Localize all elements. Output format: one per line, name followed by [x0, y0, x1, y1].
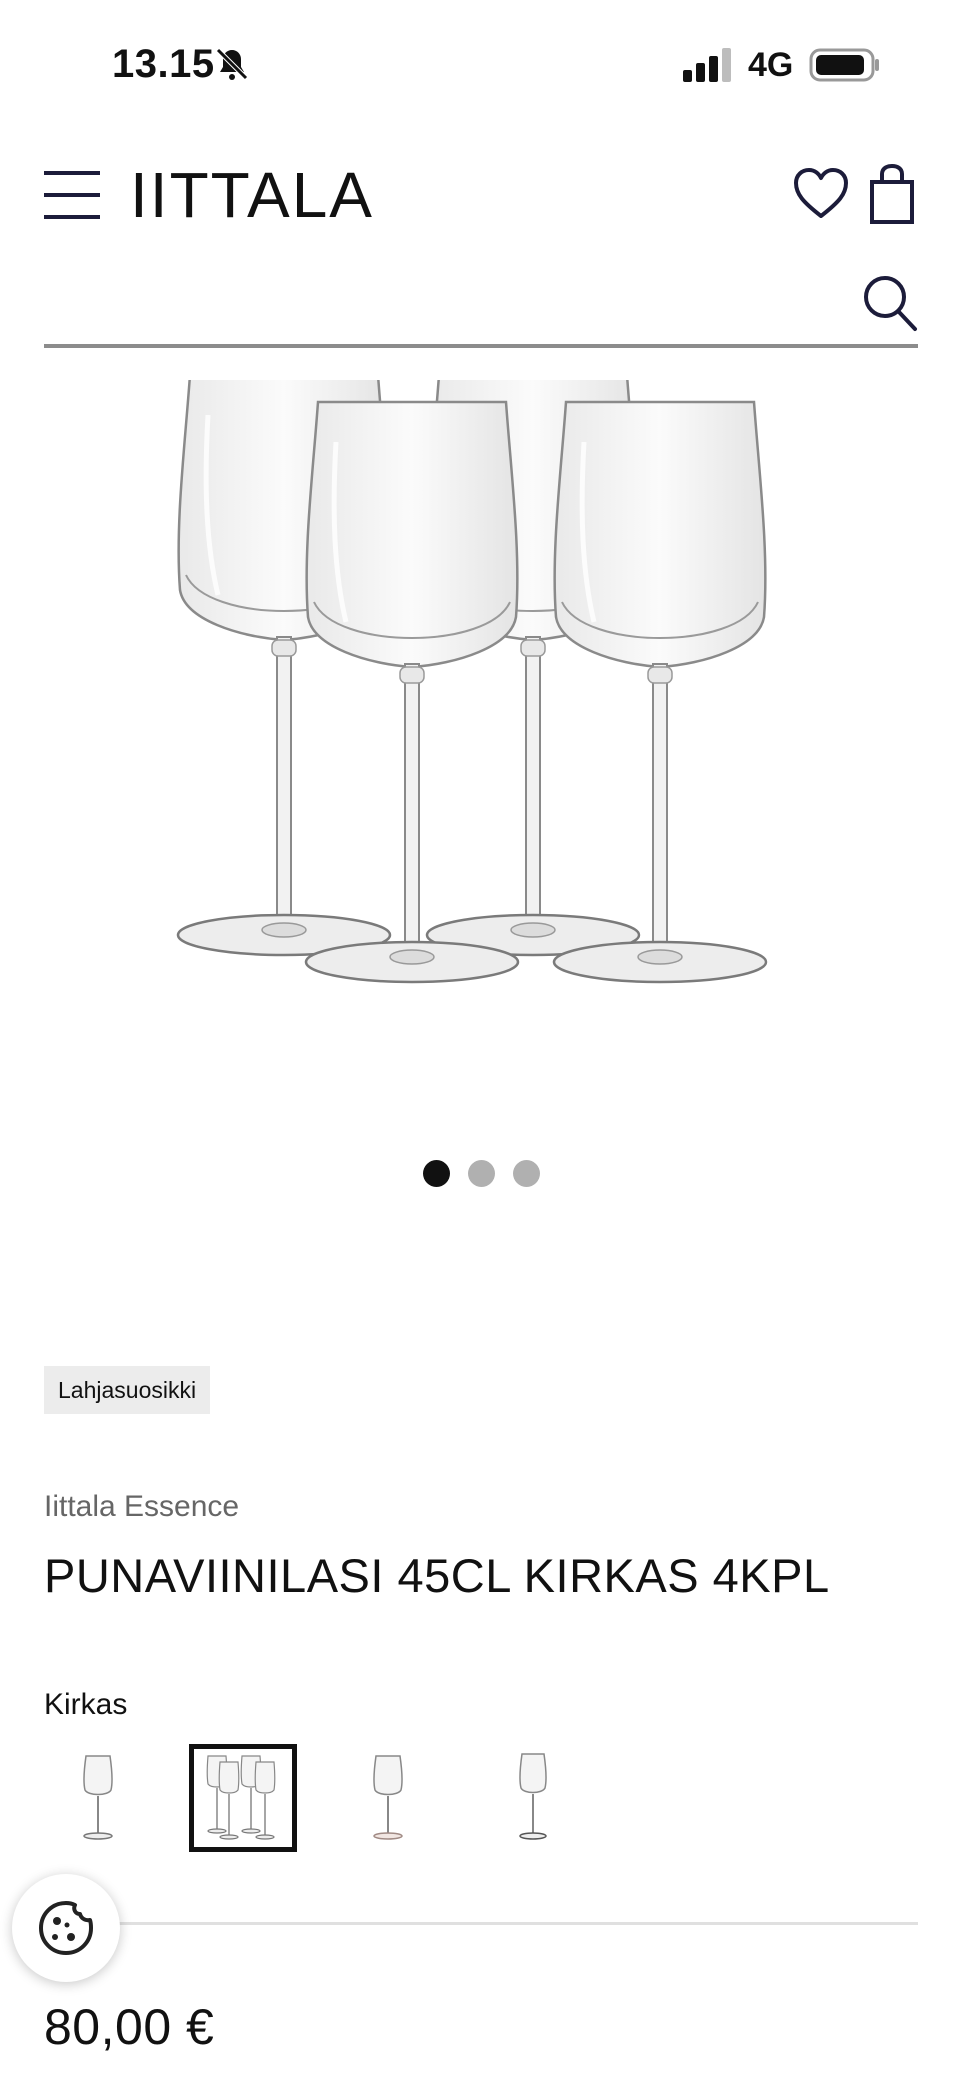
variant-thumbnail: [519, 1753, 547, 1840]
search-icon[interactable]: [862, 274, 918, 332]
signal-icon: [683, 48, 731, 82]
network-label: 4G: [748, 46, 794, 84]
heart-icon[interactable]: [793, 168, 849, 220]
status-time: 13.15: [112, 42, 215, 86]
variant-selector: [44, 1744, 644, 1852]
carousel-dot-3[interactable]: [512, 1160, 540, 1187]
product-price: 80,00 €: [44, 1999, 215, 2055]
variant-thumbnail: [206, 1755, 276, 1840]
shopping-bag-icon[interactable]: [869, 164, 915, 224]
cookie-icon: [39, 1901, 93, 1955]
carousel-dot-2[interactable]: [467, 1160, 495, 1187]
glass-front-left: [306, 402, 518, 982]
variant-single-glass-2[interactable]: [334, 1744, 442, 1852]
battery-icon: [809, 48, 879, 82]
hamburger-menu-icon[interactable]: [44, 170, 100, 220]
product-image[interactable]: [160, 380, 800, 1040]
variant-single-glass-1[interactable]: [44, 1744, 152, 1852]
status-bar: 13.15 4G: [0, 0, 960, 120]
bell-off-icon: [216, 48, 248, 80]
search-bar: [44, 266, 918, 348]
iittala-logo[interactable]: IITTALA: [130, 162, 374, 228]
product-collection[interactable]: Iittala Essence: [44, 1490, 239, 1524]
cookie-settings-button[interactable]: [12, 1874, 120, 1982]
gift-favorite-badge: Lahjasuosikki: [44, 1366, 211, 1414]
variant-single-glass-3[interactable]: [479, 1744, 587, 1852]
variant-four-glasses[interactable]: [189, 1744, 297, 1852]
carousel-dot-1[interactable]: [422, 1160, 450, 1187]
carousel-dots: [0, 1160, 960, 1188]
variant-thumbnail: [373, 1755, 403, 1840]
variant-label: Kirkas: [44, 1688, 128, 1721]
variant-thumbnail: [83, 1755, 113, 1840]
search-input[interactable]: [44, 266, 844, 344]
glass-front-right: [554, 402, 766, 982]
product-title: PUNAVIINILASI 45CL KIRKAS 4KPL: [44, 1549, 830, 1602]
divider: [44, 1922, 918, 1925]
